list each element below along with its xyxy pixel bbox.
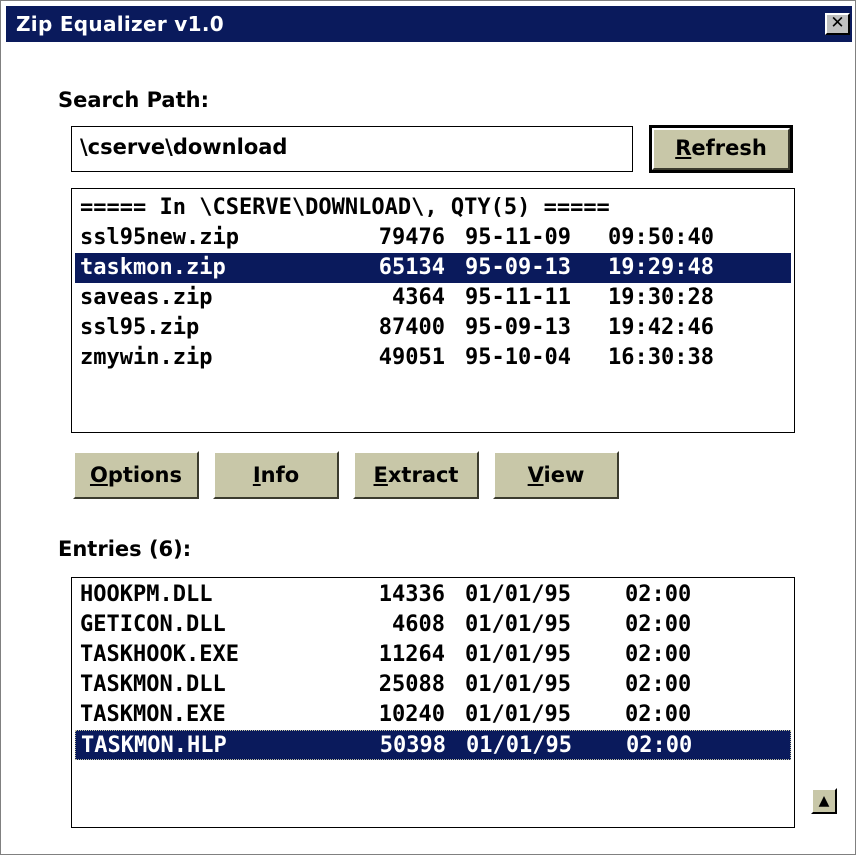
file-list-item[interactable]: ssl95new.zip 79476 95-11-09 09:50:40 xyxy=(75,223,791,253)
file-name-cell: saveas.zip xyxy=(80,285,213,310)
entry-time-cell: 02:00 xyxy=(626,733,693,758)
entry-time-cell: 02:00 xyxy=(625,672,692,697)
entry-name-cell: TASKHOOK.EXE xyxy=(80,642,239,667)
file-size-cell: 4364 xyxy=(392,285,445,310)
entry-name-cell: TASKMON.DLL xyxy=(80,672,226,697)
search-path-label: Search Path: xyxy=(58,88,209,112)
file-time-cell: 19:30:28 xyxy=(608,285,714,310)
info-button[interactable]: Info xyxy=(213,451,339,499)
entry-time-cell: 02:00 xyxy=(625,612,692,637)
zip-file-list[interactable]: ===== In \CSERVE\DOWNLOAD\, QTY(5) =====… xyxy=(71,188,795,433)
options-button[interactable]: Options xyxy=(73,451,199,499)
entry-list-item[interactable]: GETICON.DLL 4608 01/01/95 02:00 xyxy=(75,610,791,640)
file-name-cell: ssl95.zip xyxy=(80,315,200,340)
entry-size-cell: 50398 xyxy=(379,733,446,758)
entries-list[interactable]: HOOKPM.DLL 14336 01/01/95 02:00 GETICON.DLL 4… xyxy=(71,577,795,828)
entry-date-cell: 01/01/95 xyxy=(465,672,571,697)
entry-date-cell: 01/01/95 xyxy=(465,612,571,637)
file-name-cell: ssl95new.zip xyxy=(80,225,239,250)
options-mnemonic: O xyxy=(89,463,108,487)
app-window: Zip Equalizer v1.0 ✕ Search Path: \cserv… xyxy=(0,0,856,855)
file-size-cell: 49051 xyxy=(378,345,445,370)
scroll-up-button[interactable]: ▲ xyxy=(811,788,837,814)
title-bar[interactable]: Zip Equalizer v1.0 ✕ xyxy=(6,6,852,42)
entry-time-cell: 02:00 xyxy=(625,582,692,607)
file-list-item[interactable]: zmywin.zip 49051 95-10-04 16:30:38 xyxy=(75,343,791,373)
entry-size-cell: 25088 xyxy=(378,672,445,697)
extract-button[interactable]: Extract xyxy=(353,451,479,499)
up-arrow-icon: ▲ xyxy=(818,793,830,809)
view-mnemonic: V xyxy=(527,463,544,487)
entry-list-item[interactable]: TASKMON.DLL 25088 01/01/95 02:00 xyxy=(75,670,791,700)
refresh-button[interactable]: Refresh xyxy=(649,125,793,173)
file-name-cell: taskmon.zip xyxy=(80,255,226,280)
view-label: iew xyxy=(543,463,585,487)
file-name-cell: zmywin.zip xyxy=(80,345,213,370)
file-date-cell: 95-11-11 xyxy=(465,285,571,310)
extract-mnemonic: E xyxy=(373,463,388,487)
file-date-cell: 95-09-13 xyxy=(465,255,571,280)
entry-time-cell: 02:00 xyxy=(625,702,692,727)
info-mnemonic: I xyxy=(252,463,261,487)
file-list-header: ===== In \CSERVE\DOWNLOAD\, QTY(5) ===== xyxy=(75,193,791,223)
file-list-item[interactable]: saveas.zip 4364 95-11-11 19:30:28 xyxy=(75,283,791,313)
file-time-cell: 09:50:40 xyxy=(608,225,714,250)
entry-list-item[interactable]: TASKHOOK.EXE 11264 01/01/95 02:00 xyxy=(75,640,791,670)
close-icon: ✕ xyxy=(830,13,845,33)
entry-list-item[interactable]: TASKMON.EXE 10240 01/01/95 02:00 xyxy=(75,700,791,730)
entry-name-cell: GETICON.DLL xyxy=(80,612,226,637)
info-label: nfo xyxy=(260,463,300,487)
file-time-cell: 16:30:38 xyxy=(608,345,714,370)
file-date-cell: 95-09-13 xyxy=(465,315,571,340)
entry-name-cell: TASKMON.EXE xyxy=(80,702,226,727)
file-size-cell: 87400 xyxy=(378,315,445,340)
view-button[interactable]: View xyxy=(493,451,619,499)
entry-name-cell: HOOKPM.DLL xyxy=(80,582,213,607)
search-path-input[interactable]: \cserve\download xyxy=(71,126,633,172)
options-label: ptions xyxy=(107,463,182,487)
file-time-cell: 19:42:46 xyxy=(608,315,714,340)
entry-list-item[interactable]: TASKMON.HLP 50398 01/01/95 02:00 xyxy=(75,730,791,760)
entry-size-cell: 14336 xyxy=(378,582,445,607)
file-date-cell: 95-10-04 xyxy=(465,345,571,370)
file-time-cell: 19:29:48 xyxy=(608,255,714,280)
extract-label: xtract xyxy=(387,463,459,487)
entry-size-cell: 10240 xyxy=(378,702,445,727)
file-size-cell: 65134 xyxy=(378,255,445,280)
refresh-label: efresh xyxy=(691,136,767,160)
window-title: Zip Equalizer v1.0 xyxy=(16,12,224,36)
entry-name-cell: TASKMON.HLP xyxy=(81,733,227,758)
file-date-cell: 95-11-09 xyxy=(465,225,571,250)
entry-size-cell: 4608 xyxy=(392,612,445,637)
file-size-cell: 79476 xyxy=(378,225,445,250)
file-list-header-text: ===== In \CSERVE\DOWNLOAD\, QTY(5) ===== xyxy=(80,195,610,220)
refresh-mnemonic: R xyxy=(675,136,692,160)
entry-date-cell: 01/01/95 xyxy=(465,702,571,727)
entry-date-cell: 01/01/95 xyxy=(466,733,572,758)
entry-date-cell: 01/01/95 xyxy=(465,642,571,667)
entry-list-item[interactable]: HOOKPM.DLL 14336 01/01/95 02:00 xyxy=(75,580,791,610)
entries-label: Entries (6): xyxy=(58,537,192,561)
entry-time-cell: 02:00 xyxy=(625,642,692,667)
file-list-item[interactable]: taskmon.zip 65134 95-09-13 19:29:48 xyxy=(75,253,791,283)
entry-date-cell: 01/01/95 xyxy=(465,582,571,607)
file-list-item[interactable]: ssl95.zip 87400 95-09-13 19:42:46 xyxy=(75,313,791,343)
close-button[interactable]: ✕ xyxy=(825,13,850,35)
entry-size-cell: 11264 xyxy=(378,642,445,667)
